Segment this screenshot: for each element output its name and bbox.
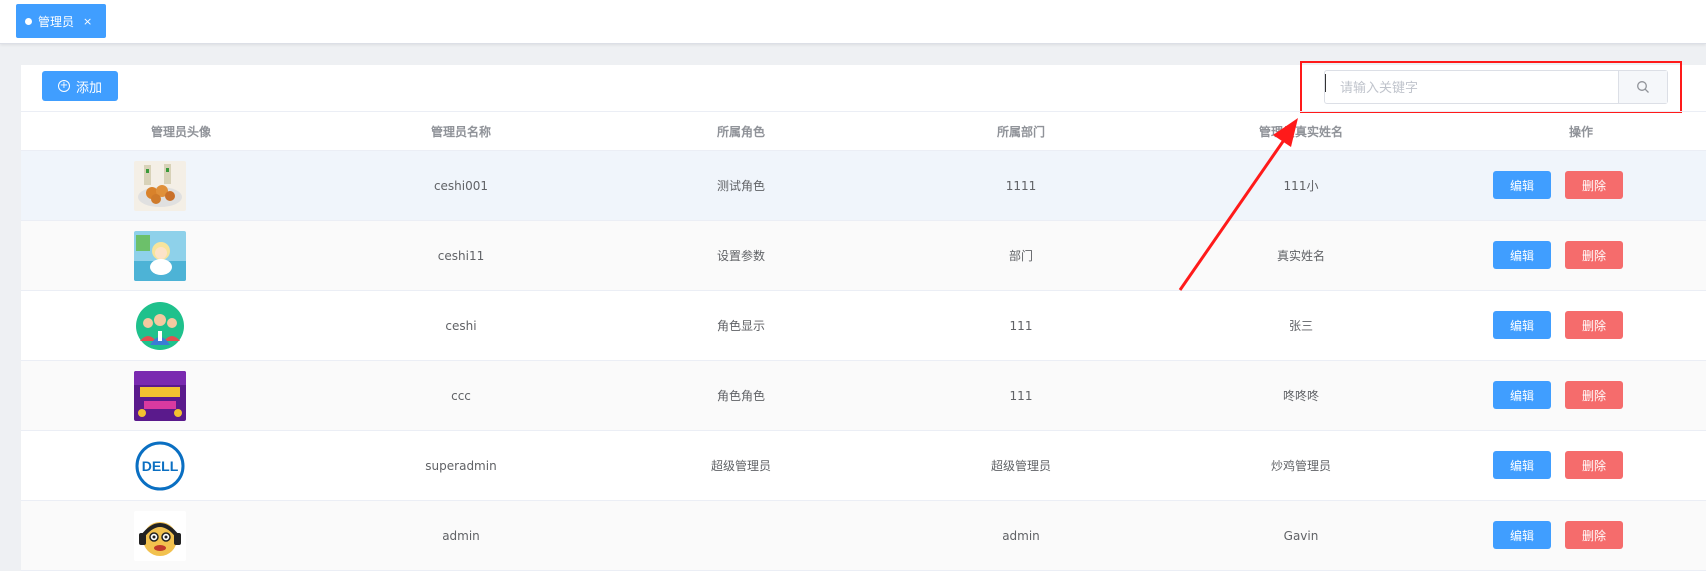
admin-name: ccc: [451, 388, 471, 403]
purple-promo-avatar: [134, 371, 186, 421]
table-header: 管理员头像 管理员名称 所属角色 所属部门 管理员真实姓名 操作: [21, 111, 1706, 151]
header-name: 管理员名称: [430, 124, 491, 139]
admin-dept: 超级管理员: [990, 459, 1051, 473]
add-button[interactable]: + 添加: [42, 71, 118, 101]
dell-logo-text: DELL: [142, 458, 179, 474]
edit-button[interactable]: 编辑: [1493, 311, 1551, 339]
admin-dept: 111: [1009, 318, 1033, 333]
table-row: ceshi11 设置参数 部门 真实姓名 编辑 删除: [21, 221, 1706, 291]
admin-dept: admin: [1002, 528, 1040, 543]
edit-button[interactable]: 编辑: [1493, 521, 1551, 549]
delete-button[interactable]: 删除: [1565, 171, 1623, 199]
admin-role: 超级管理员: [710, 459, 771, 473]
edit-button[interactable]: 编辑: [1493, 381, 1551, 409]
header-dept: 所属部门: [996, 124, 1045, 139]
header-actions: 操作: [1568, 124, 1593, 139]
admin-role: [641, 501, 841, 570]
admin-name: admin: [442, 528, 480, 543]
delete-button[interactable]: 删除: [1565, 451, 1623, 479]
active-dot-icon: [25, 17, 32, 25]
delete-button[interactable]: 删除: [1565, 311, 1623, 339]
admin-role: 角色角色: [716, 389, 765, 403]
admin-realname: 张三: [1288, 319, 1313, 333]
table-row: ceshi001 测试角色 1111 111小 编辑 删除: [21, 151, 1706, 221]
admin-realname: 咚咚咚: [1282, 389, 1319, 403]
admin-name: ceshi: [445, 318, 477, 333]
table-body: ceshi001 测试角色 1111 111小 编辑 删除 ceshi11 设置…: [21, 151, 1706, 571]
table-row: ccc 角色角色 111 咚咚咚 编辑 删除: [21, 361, 1706, 431]
tab-admin[interactable]: 管理员 ×: [16, 4, 106, 38]
admin-realname: 111小: [1283, 179, 1319, 193]
admin-dept: 1111: [1005, 178, 1037, 193]
tab-bar: 管理员 ×: [0, 0, 1706, 44]
cartoon-girl-avatar: [134, 231, 186, 281]
admin-dept: 部门: [1008, 249, 1033, 263]
admin-name: superadmin: [425, 458, 497, 473]
header-avatar: 管理员头像: [150, 124, 211, 139]
admin-role: 设置参数: [716, 249, 765, 263]
annotation-highlight-box: [1300, 61, 1682, 113]
header-realname: 管理员真实姓名: [1258, 124, 1343, 139]
delete-button[interactable]: 删除: [1565, 521, 1623, 549]
tab-close-icon[interactable]: ×: [83, 15, 92, 28]
dell-logo-avatar: DELL: [134, 441, 186, 491]
delete-button[interactable]: 删除: [1565, 241, 1623, 269]
tab-admin-label: 管理员: [38, 14, 75, 29]
admin-realname: 真实姓名: [1276, 249, 1325, 263]
table-row: DELL superadmin 超级管理员 超级管理员 炒鸡管理员 编辑 删除: [21, 431, 1706, 501]
admin-role: 角色显示: [716, 319, 765, 333]
headphone-character-avatar: [134, 511, 186, 561]
food-photo-avatar: [134, 161, 186, 211]
admin-name: ceshi001: [433, 178, 489, 193]
admin-name: ceshi11: [437, 248, 485, 263]
edit-button[interactable]: 编辑: [1493, 171, 1551, 199]
edit-button[interactable]: 编辑: [1493, 451, 1551, 479]
team-people-avatar: [134, 301, 186, 351]
admin-role: 测试角色: [716, 179, 765, 193]
admin-dept: 111: [1009, 388, 1033, 403]
header-role: 所属角色: [716, 124, 765, 139]
add-button-label: 添加: [75, 80, 102, 96]
edit-button[interactable]: 编辑: [1493, 241, 1551, 269]
admin-realname: 炒鸡管理员: [1270, 459, 1331, 473]
table-row: ceshi 角色显示 111 张三 编辑 删除: [21, 291, 1706, 361]
plus-circle-icon: +: [57, 80, 70, 92]
table-row: admin admin Gavin 编辑 删除: [21, 501, 1706, 571]
admin-realname: Gavin: [1283, 528, 1319, 543]
delete-button[interactable]: 删除: [1565, 381, 1623, 409]
